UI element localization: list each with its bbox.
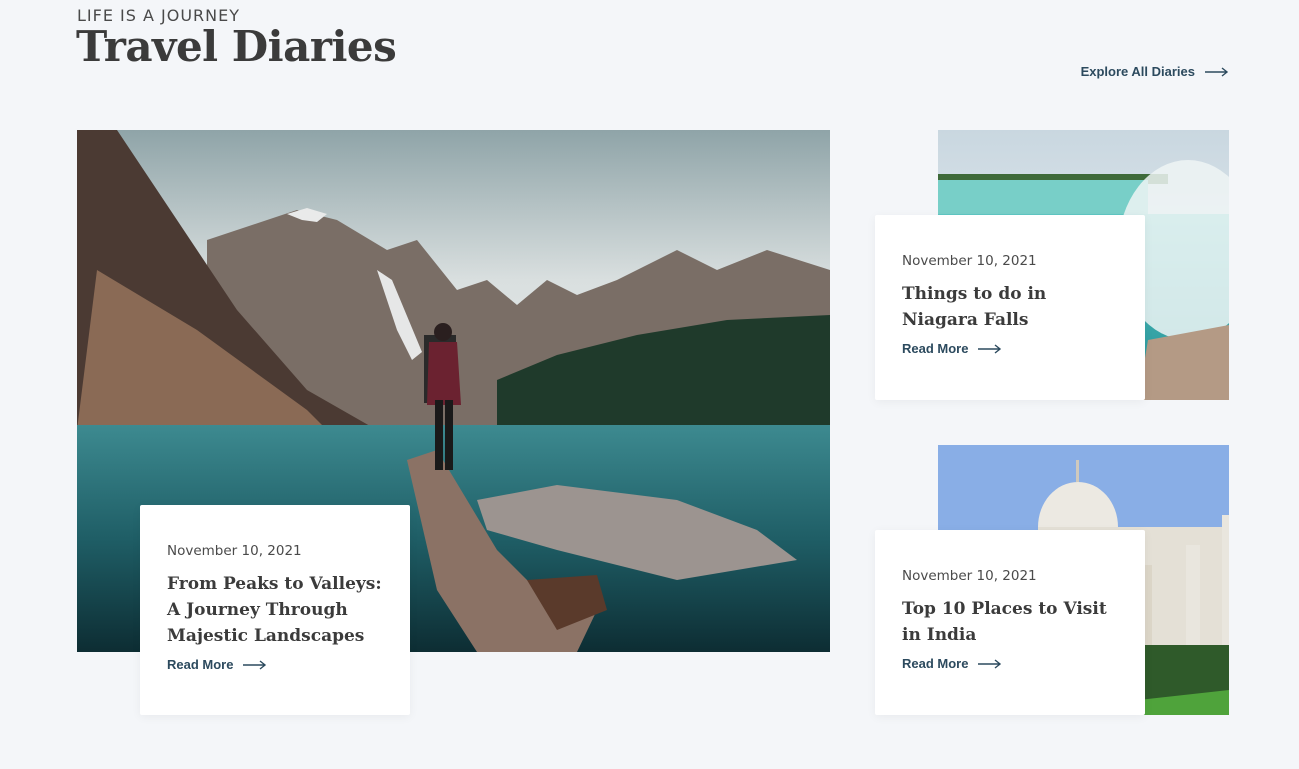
- read-more-label: Read More: [902, 341, 969, 356]
- read-more-label: Read More: [902, 656, 969, 671]
- page-title: Travel Diaries: [76, 22, 397, 71]
- read-more-link[interactable]: Read More: [167, 657, 267, 672]
- featured-post-card: November 10, 2021 From Peaks to Valleys:…: [140, 505, 410, 715]
- read-more-link[interactable]: Read More: [902, 341, 1002, 356]
- read-more-label: Read More: [167, 657, 234, 672]
- post-date: November 10, 2021: [167, 543, 302, 559]
- arrow-right-icon: [243, 659, 267, 670]
- post-date: November 10, 2021: [902, 253, 1037, 269]
- read-more-link[interactable]: Read More: [902, 656, 1002, 671]
- arrow-right-icon: [1205, 66, 1229, 77]
- post-title-link[interactable]: Things to do in Niagara Falls: [902, 281, 1118, 333]
- explore-all-diaries-label: Explore All Diaries: [1080, 64, 1195, 79]
- arrow-right-icon: [978, 343, 1002, 354]
- post-title-link[interactable]: From Peaks to Valleys: A Journey Through…: [167, 571, 383, 649]
- explore-all-diaries-link[interactable]: Explore All Diaries: [1081, 64, 1229, 79]
- post-card: November 10, 2021 Top 10 Places to Visit…: [875, 530, 1145, 715]
- post-title-link[interactable]: Top 10 Places to Visit in India: [902, 596, 1118, 648]
- post-card: November 10, 2021 Things to do in Niagar…: [875, 215, 1145, 400]
- post-date: November 10, 2021: [902, 568, 1037, 584]
- arrow-right-icon: [978, 658, 1002, 669]
